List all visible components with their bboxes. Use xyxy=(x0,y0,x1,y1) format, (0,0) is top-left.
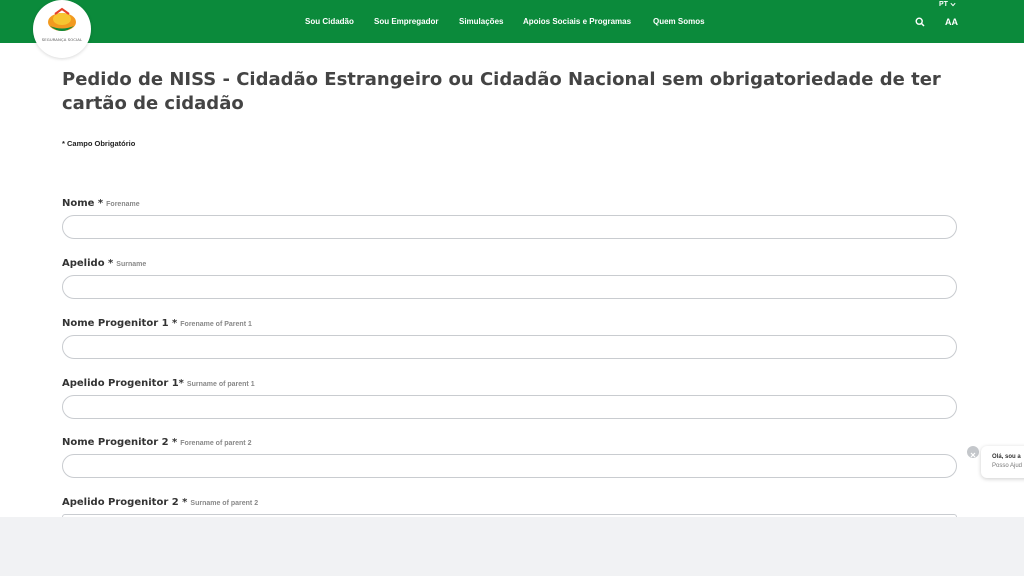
font-size-toggle[interactable]: AA xyxy=(945,17,958,27)
chat-greeting: Olá, sou a xyxy=(992,454,1021,460)
field-hint: Surname of parent 1 xyxy=(186,381,255,388)
seguranca-social-logo[interactable]: SEGURANÇA SOCIAL xyxy=(33,0,91,58)
field-hint: Surname of parent 2 xyxy=(190,500,259,507)
top-navigation-bar: Sou Cidadão Sou Empregador Simulações Ap… xyxy=(0,0,1024,43)
language-label: PT xyxy=(939,1,948,8)
apelido-input[interactable] xyxy=(62,275,957,299)
nome-progenitor-2-input[interactable] xyxy=(62,454,957,478)
label-apelido-progenitor-1: Apelido Progenitor 1* Surname of parent 1 xyxy=(62,378,255,389)
field-hint: Forename of parent 2 xyxy=(180,440,252,447)
chat-close-button[interactable] xyxy=(967,446,979,458)
nav-sou-cidadao[interactable]: Sou Cidadão xyxy=(305,17,354,26)
label-nome-progenitor-2: Nome Progenitor 2 * Forename of parent 2 xyxy=(62,437,251,448)
field-label-text: Apelido Progenitor 2 * xyxy=(62,497,188,508)
nome-input[interactable] xyxy=(62,215,957,239)
nome-progenitor-1-input[interactable] xyxy=(62,335,957,359)
field-hint: Surname xyxy=(116,261,147,268)
nav-apoios-sociais[interactable]: Apoios Sociais e Programas xyxy=(523,17,631,26)
field-label-text: Nome Progenitor 2 * xyxy=(62,437,178,448)
chat-subtext: Posso Ajud xyxy=(992,463,1023,469)
field-label-text: Apelido * xyxy=(62,258,114,269)
close-icon xyxy=(970,452,976,458)
logo-text: SEGURANÇA SOCIAL xyxy=(41,37,83,42)
field-hint: Forename xyxy=(106,201,140,208)
required-field-note: * Campo Obrigatório xyxy=(62,139,136,148)
label-nome-progenitor-1: Nome Progenitor 1 * Forename of Parent 1 xyxy=(62,318,252,329)
nav-quem-somos[interactable]: Quem Somos xyxy=(653,17,705,26)
nav-simulacoes[interactable]: Simulações xyxy=(459,17,503,26)
nav-sou-empregador[interactable]: Sou Empregador xyxy=(374,17,438,26)
chevron-down-icon xyxy=(950,2,956,7)
apelido-progenitor-1-input[interactable] xyxy=(62,395,957,419)
label-apelido-progenitor-2: Apelido Progenitor 2 * Surname of parent … xyxy=(62,497,258,508)
field-hint: Forename of Parent 1 xyxy=(180,321,252,328)
search-icon[interactable] xyxy=(915,17,925,27)
page-title: Pedido de NISS - Cidadão Estrangeiro ou … xyxy=(62,69,941,114)
label-nome: Nome * Forename xyxy=(62,198,140,209)
page-bottom-area xyxy=(0,517,1024,576)
chat-assistant-bubble[interactable]: Olá, sou a Posso Ajud xyxy=(981,446,1024,478)
field-label-text: Apelido Progenitor 1* xyxy=(62,378,184,389)
logo-emblem-icon xyxy=(48,7,76,31)
field-label-text: Nome * xyxy=(62,198,104,209)
language-selector[interactable]: PT xyxy=(939,1,956,8)
label-apelido: Apelido * Surname xyxy=(62,258,146,269)
field-label-text: Nome Progenitor 1 * xyxy=(62,318,178,329)
